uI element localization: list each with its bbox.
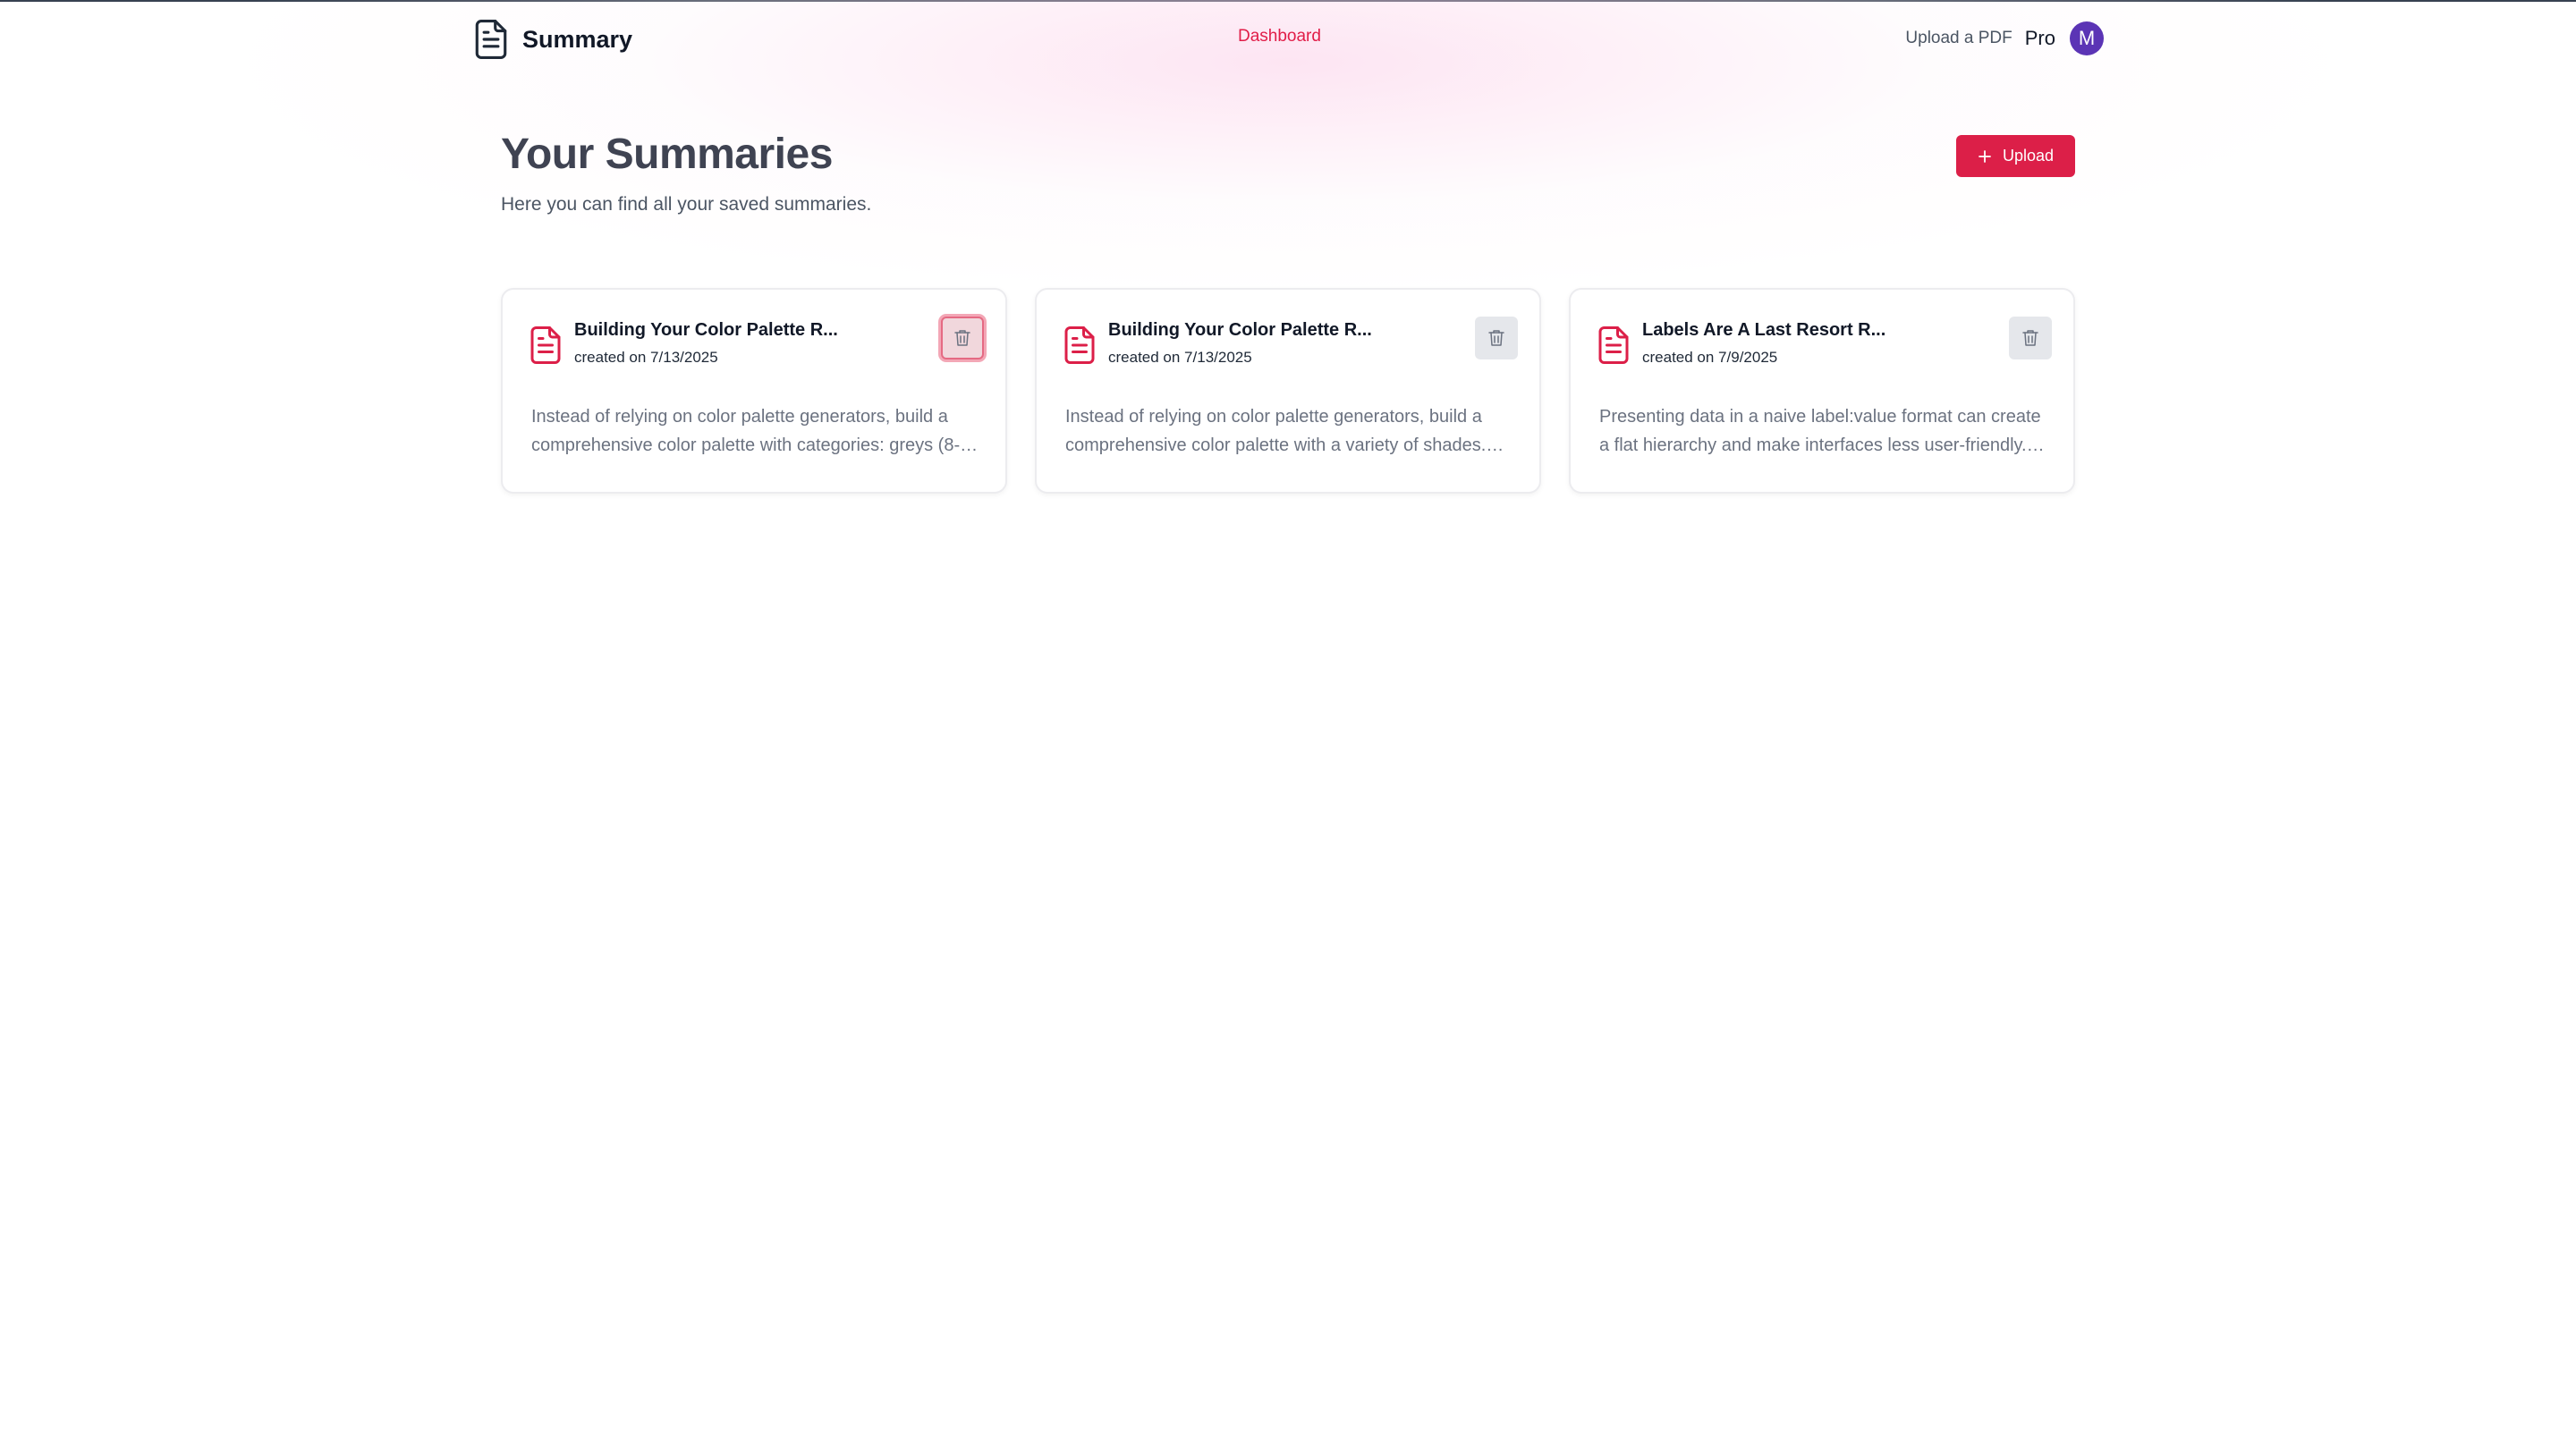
summary-card[interactable]: Building Your Color Palette R... created… [501,288,1007,494]
card-title[interactable]: Labels Are A Last Resort R... [1642,320,1885,341]
header-actions: Upload a PDF Pro M [1905,21,2104,55]
delete-button[interactable] [1475,317,1518,359]
delete-button[interactable] [2009,317,2052,359]
trash-icon [2022,329,2038,347]
nav-dashboard-link[interactable]: Dashboard [1238,27,1321,46]
upload-button[interactable]: Upload [1956,135,2075,177]
upload-pdf-link[interactable]: Upload a PDF [1905,29,2012,48]
plan-badge: Pro [2024,27,2055,49]
brand-name: Summary [522,25,633,53]
file-text-icon [474,20,508,59]
trash-icon [1488,329,1504,347]
card-description: Instead of relying on color palette gene… [1065,407,1487,455]
top-nav: Summary Dashboard Upload a PDF Pro M [0,0,2576,79]
file-text-icon [1063,325,1096,365]
card-date: created on 7/9/2025 [1642,349,1778,366]
page-title: Your Summaries [501,131,833,178]
summary-card[interactable]: Labels Are A Last Resort R... created on… [1569,288,2075,494]
card-description: Presenting data in a naive label:value f… [1599,407,2041,455]
delete-button[interactable] [941,317,984,359]
file-text-icon [530,325,562,365]
file-text-icon [1597,325,1630,365]
avatar[interactable]: M [2070,21,2104,55]
avatar-initial: M [2078,27,2096,49]
upload-button-label: Upload [2002,147,2055,165]
card-title[interactable]: Building Your Color Palette R... [574,320,838,341]
card-date: created on 7/13/2025 [1108,349,1252,366]
trash-icon [954,329,970,347]
card-description: Instead of relying on color palette gene… [531,407,980,455]
summary-card[interactable]: Building Your Color Palette R... created… [1035,288,1541,494]
card-title[interactable]: Building Your Color Palette R... [1108,320,1372,341]
card-date: created on 7/13/2025 [574,349,718,366]
page-subtitle: Here you can find all your saved summari… [501,194,872,215]
brand-link[interactable]: Summary [474,20,632,59]
plus-icon [1978,149,1992,164]
